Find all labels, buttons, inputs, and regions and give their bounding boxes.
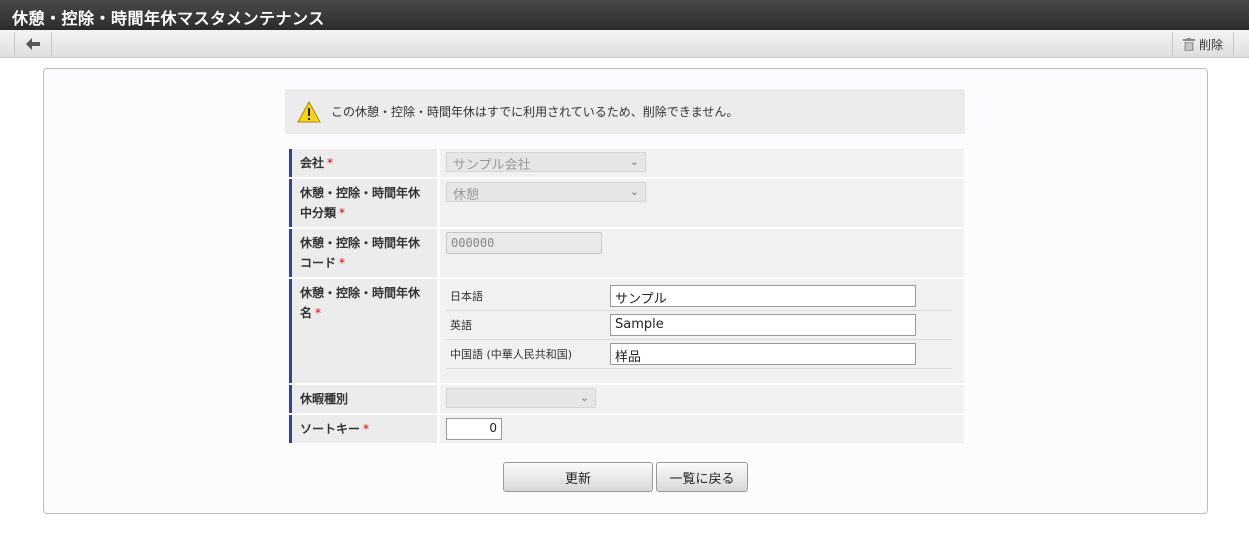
delete-button[interactable]: 削除	[1172, 32, 1234, 56]
name-row-en: 英語 Sample	[446, 311, 952, 340]
back-to-list-button[interactable]: 一覧に戻る	[656, 462, 748, 492]
warning-icon	[297, 100, 321, 122]
chevron-down-icon: ⌄	[629, 185, 639, 198]
name-label: 休憩・控除・時間年休名 *	[289, 279, 437, 383]
warning-text: この休憩・控除・時間年休はすでに利用されているため、削除できません。	[331, 105, 739, 119]
lang-label-zh: 中国語 (中華人民共和国)	[450, 348, 573, 361]
code-label: 休憩・控除・時間年休コード *	[289, 229, 437, 277]
name-input-zh[interactable]: 样品	[610, 343, 916, 365]
category-select[interactable]: 休憩 ⌄	[446, 182, 646, 203]
sort-key-label: ソートキー *	[289, 415, 437, 443]
leave-type-label: 休暇種別	[289, 385, 437, 413]
update-button[interactable]: 更新	[503, 462, 653, 492]
page-title: 休憩・控除・時間年休マスタメンテナンス	[12, 9, 325, 28]
title-bar: 休憩・控除・時間年休マスタメンテナンス	[0, 0, 1249, 30]
sort-key-row: ソートキー * 0	[289, 415, 964, 443]
category-label: 休憩・控除・時間年休中分類 *	[289, 179, 437, 227]
delete-label: 削除	[1198, 37, 1223, 52]
company-row: 会社 * サンプル会社 ⌄	[289, 149, 964, 177]
lang-label-en: 英語	[450, 319, 472, 332]
code-row: 休憩・控除・時間年休コード * 000000	[289, 229, 964, 277]
category-row: 休憩・控除・時間年休中分類 * 休憩 ⌄	[289, 179, 964, 227]
name-row: 休憩・控除・時間年休名 * 日本語 サンプル 英語 Sample 中国語 (中華人…	[289, 279, 964, 383]
company-label: 会社 *	[289, 149, 437, 177]
lang-label-ja: 日本語	[450, 290, 483, 303]
trash-icon	[1182, 37, 1195, 51]
name-row-zh: 中国語 (中華人民共和国) 样品	[446, 340, 952, 369]
name-input-ja[interactable]: サンプル	[610, 285, 916, 307]
edit-form: 会社 * サンプル会社 ⌄ 休憩・控除・時間年休中分類 * 休憩 ⌄ 休憩・控除・時間年…	[289, 147, 964, 445]
leave-type-row: 休暇種別 ⌄	[289, 385, 964, 413]
leave-type-select[interactable]: ⌄	[446, 388, 596, 408]
sort-key-input[interactable]: 0	[446, 418, 502, 440]
name-row-ja: 日本語 サンプル	[446, 282, 952, 311]
toolbar: 削除	[0, 30, 1249, 58]
chevron-down-icon: ⌄	[579, 391, 589, 404]
back-button[interactable]	[14, 32, 52, 56]
warning-message: この休憩・控除・時間年休はすでに利用されているため、削除できません。	[285, 89, 965, 134]
main-panel: この休憩・控除・時間年休はすでに利用されているため、削除できません。 会社 * サ…	[43, 68, 1208, 514]
arrow-left-icon	[26, 38, 40, 50]
code-field: 000000	[446, 232, 602, 254]
name-input-en[interactable]: Sample	[610, 314, 916, 336]
chevron-down-icon: ⌄	[629, 155, 639, 168]
company-select[interactable]: サンプル会社 ⌄	[446, 152, 646, 173]
name-fields: 日本語 サンプル 英語 Sample 中国語 (中華人民共和国) 样品	[446, 282, 952, 369]
